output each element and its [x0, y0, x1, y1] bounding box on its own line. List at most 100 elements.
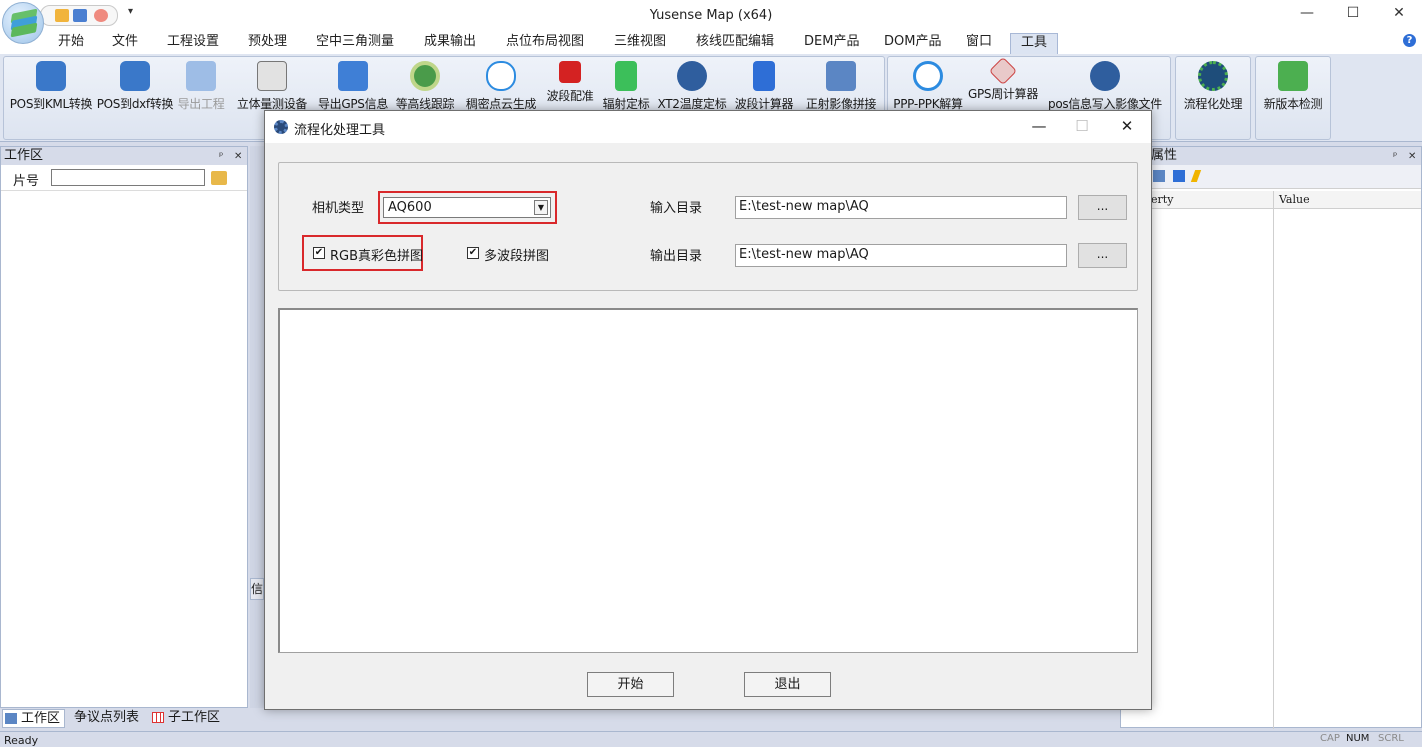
chevron-down-icon[interactable]: ▼ [534, 200, 548, 215]
rgb-mosaic-checkbox[interactable]: ✔ [313, 247, 325, 259]
pos-to-dxf-button[interactable]: POS到dxf转换 [93, 61, 177, 117]
caps-indicator: CAP [1320, 733, 1340, 744]
sort-icon[interactable] [1153, 170, 1165, 182]
tab-3d-view[interactable]: 三维视图 [606, 33, 674, 54]
properties-title: 属性 [1151, 148, 1178, 163]
column-divider[interactable] [1273, 191, 1274, 729]
radiometric-icon [615, 61, 637, 91]
pin-icon[interactable]: ᵖ [219, 148, 223, 165]
close-button[interactable]: ✕ [1376, 3, 1422, 25]
workflow-button[interactable]: 流程化处理 [1178, 61, 1248, 117]
grid-icon [152, 712, 164, 723]
stereo-device-button[interactable]: 立体量测设备 [231, 61, 313, 117]
export-project-button[interactable]: 导出工程 [172, 61, 230, 117]
exit-button[interactable]: 退出 [744, 672, 831, 697]
tab-home[interactable]: 开始 [50, 33, 92, 54]
properties-panel: 属性 ᵖ ✕ erty Value [1120, 146, 1422, 729]
browse-output-button[interactable]: ... [1078, 243, 1127, 268]
tab-preprocess[interactable]: 预处理 [240, 33, 295, 54]
workspace-panel: 工作区 ᵖ ✕ 片号 [0, 146, 248, 708]
calculator-icon [753, 61, 775, 91]
tab-aerial-triangulation[interactable]: 空中三角测量 [308, 33, 402, 54]
ortho-mosaic-button[interactable]: 正射影像拼接 [800, 61, 882, 117]
gps-week-calculator-button[interactable]: GPS周计算器 [965, 56, 1041, 117]
output-dir-field[interactable]: E:\test-new map\AQ [735, 244, 1067, 267]
input-dir-label: 输入目录 [650, 201, 703, 216]
export-gps-button[interactable]: 导出GPS信息 [313, 61, 393, 117]
pos-write-icon [1090, 61, 1120, 91]
close-pane-icon[interactable]: ✕ [1408, 148, 1416, 165]
tab-output[interactable]: 成果输出 [416, 33, 484, 54]
value-column-header: Value [1279, 193, 1310, 206]
tab-dom[interactable]: DOM产品 [876, 33, 949, 54]
update-icon [1278, 61, 1308, 91]
gps-export-icon [338, 61, 368, 91]
stereo-device-icon [257, 61, 287, 91]
browse-input-button[interactable]: ... [1078, 195, 1127, 220]
minimize-button[interactable]: — [1284, 3, 1330, 25]
tab-window[interactable]: 窗口 [958, 33, 1000, 54]
output-pane-tab[interactable]: 信 [250, 578, 264, 600]
dialog-title-bar: 流程化处理工具 — ☐ ✕ [265, 111, 1151, 143]
help-icon[interactable]: ? [1403, 34, 1416, 47]
lightning-icon[interactable] [1190, 170, 1202, 182]
pin-icon[interactable]: ᵖ [1393, 148, 1397, 165]
log-output-area[interactable] [278, 308, 1138, 653]
camera-type-select[interactable]: AQ600 ▼ [383, 197, 551, 218]
tab-file[interactable]: 文件 [104, 33, 146, 54]
contour-tracking-button[interactable]: 等高线跟踪 [390, 61, 460, 117]
tab-epipolar[interactable]: 核线匹配编辑 [688, 33, 782, 54]
multiband-mosaic-label: 多波段拼图 [484, 249, 550, 264]
band-registration-button[interactable]: 波段配准 [541, 61, 599, 117]
tab-tools[interactable]: 工具 [1010, 33, 1058, 54]
tab-project-settings[interactable]: 工程设置 [159, 33, 227, 54]
band-calculator-button[interactable]: 波段计算器 [730, 61, 798, 117]
ribbon-group-update: 新版本检测 [1255, 56, 1331, 140]
cloud-icon [486, 61, 516, 91]
num-indicator: NUM [1346, 733, 1370, 744]
settings-group [278, 162, 1138, 291]
input-dir-field[interactable]: E:\test-new map\AQ [735, 196, 1067, 219]
dense-cloud-button[interactable]: 稠密点云生成 [460, 61, 542, 117]
output-dir-label: 输出目录 [650, 249, 703, 264]
tab-point-layout[interactable]: 点位布局视图 [498, 33, 592, 54]
dialog-minimize-button[interactable]: — [1024, 115, 1054, 137]
workspace-tab-bar: 工作区 争议点列表 子工作区 [0, 708, 248, 728]
tab-disputed-points[interactable]: 争议点列表 [56, 709, 139, 726]
ortho-mosaic-icon [826, 61, 856, 91]
find-icon[interactable] [211, 171, 227, 185]
dialog-close-button[interactable]: ✕ [1112, 115, 1142, 137]
property-grid-header: erty Value [1121, 191, 1421, 209]
dialog-maximize-button[interactable]: ☐ [1067, 115, 1097, 137]
rgb-mosaic-label: RGB真彩色拼图 [330, 249, 424, 264]
title-bar: ▾ Yusense Map (x64) — ☐ ✕ [0, 0, 1422, 30]
ppp-ppk-button[interactable]: PPP-PPK解算 [893, 61, 963, 117]
maximize-button[interactable]: ☐ [1330, 3, 1376, 25]
pos-to-kml-button[interactable]: POS到KML转换 [6, 61, 96, 117]
check-update-button[interactable]: 新版本检测 [1258, 61, 1328, 117]
list-icon[interactable] [1173, 170, 1185, 182]
app-logo-icon[interactable] [2, 2, 44, 44]
slice-label: 片号 [13, 174, 40, 189]
ribbon-tab-bar: 开始 文件 工程设置 预处理 空中三角测量 成果输出 点位布局视图 三维视图 核… [0, 30, 1422, 54]
dxf-icon [120, 61, 150, 91]
main-view-area [250, 146, 264, 708]
multiband-mosaic-checkbox[interactable]: ✔ [467, 247, 479, 259]
radiometric-calibration-button[interactable]: 辐射定标 [597, 61, 655, 117]
ribbon-group-workflow: 流程化处理 [1175, 56, 1251, 140]
xt2-temperature-button[interactable]: XT2温度定标 [655, 61, 729, 117]
kml-icon [36, 61, 66, 91]
workflow-icon [1198, 61, 1228, 91]
status-bar: Ready CAP NUM SCRL [0, 731, 1422, 747]
temperature-icon [677, 61, 707, 91]
slice-input[interactable] [51, 169, 205, 186]
tab-dem[interactable]: DEM产品 [796, 33, 867, 54]
dialog-title: 流程化处理工具 [294, 123, 386, 138]
tab-sub-workspace[interactable]: 子工作区 [150, 709, 220, 726]
satellite-icon [988, 56, 1018, 86]
close-pane-icon[interactable]: ✕ [234, 148, 242, 165]
pos-write-button[interactable]: pos信息写入影像文件 [1043, 61, 1167, 117]
start-button[interactable]: 开始 [587, 672, 674, 697]
properties-toolbar [1121, 165, 1421, 189]
properties-header: 属性 ᵖ ✕ [1121, 147, 1421, 165]
